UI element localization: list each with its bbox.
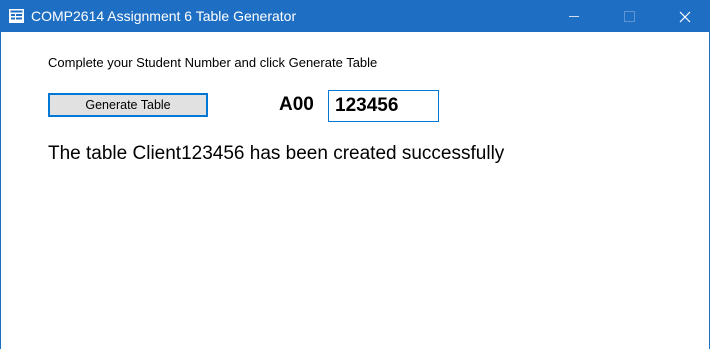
status-message: The table Client123456 has been created …	[48, 143, 505, 164]
maximize-icon	[623, 11, 635, 22]
minimize-button[interactable]	[551, 1, 597, 32]
minimize-icon	[569, 16, 579, 17]
app-window: COMP2614 Assignment 6 Table Generator Co…	[0, 0, 710, 349]
student-number-input[interactable]	[328, 90, 439, 122]
form-client-area	[1, 32, 709, 349]
close-icon	[679, 11, 691, 22]
student-prefix-label: A00	[279, 94, 314, 115]
instruction-label: Complete your Student Number and click G…	[48, 55, 378, 70]
app-form-icon	[9, 9, 24, 23]
title-bar[interactable]: COMP2614 Assignment 6 Table Generator	[1, 1, 709, 32]
generate-table-button[interactable]: Generate Table	[48, 93, 208, 117]
window-title: COMP2614 Assignment 6 Table Generator	[31, 8, 297, 24]
close-button[interactable]	[662, 1, 708, 32]
maximize-button[interactable]	[606, 1, 652, 32]
